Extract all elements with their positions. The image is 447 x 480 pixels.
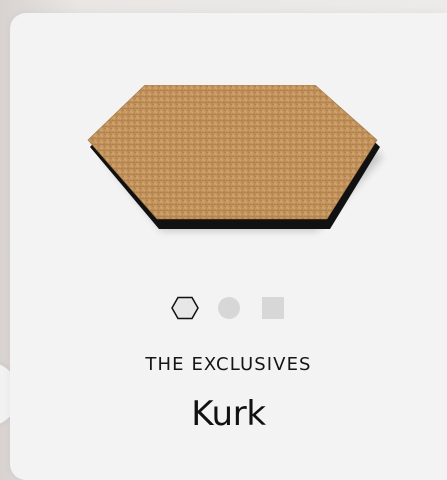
circle-swatch-button[interactable] xyxy=(215,294,243,322)
product-image xyxy=(87,85,383,231)
shape-swatches xyxy=(10,294,447,322)
product-card[interactable]: THE EXCLUSIVES Kurk xyxy=(10,13,447,480)
product-name: Kurk xyxy=(191,394,266,434)
square-swatch-button[interactable] xyxy=(259,294,287,322)
circle-icon xyxy=(217,297,240,319)
square-icon xyxy=(261,297,284,319)
hexagon-icon xyxy=(170,296,199,320)
hexagon-swatch-button[interactable] xyxy=(170,294,199,322)
brand-name: THE EXCLUSIVES xyxy=(145,354,312,375)
coaster-highlight xyxy=(88,85,377,219)
